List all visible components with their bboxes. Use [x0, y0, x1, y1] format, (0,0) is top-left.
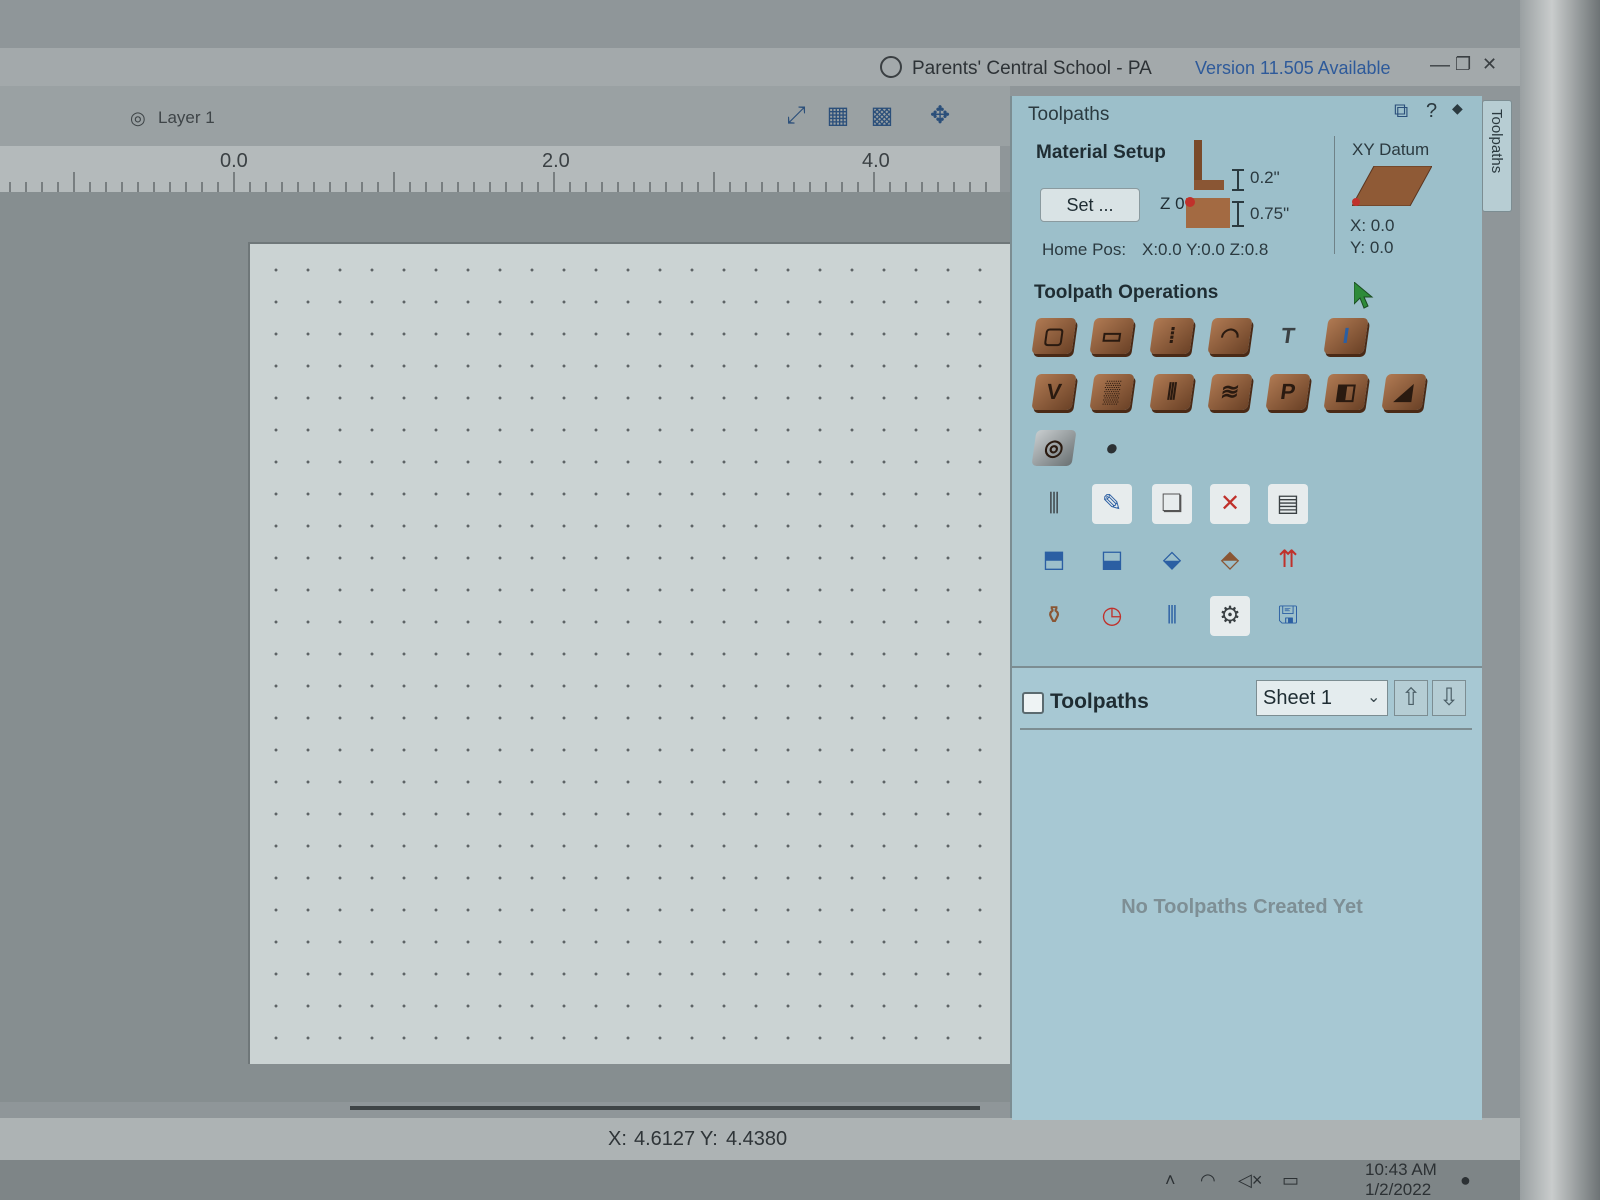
layer-icon: ◎: [130, 108, 146, 128]
xy-datum-plate-icon: [1352, 166, 1432, 206]
quick-engrave-icon[interactable]: ◠: [1207, 318, 1253, 354]
status-bar: X: 4.6127 Y: 4.4380: [0, 1118, 1520, 1160]
title-bar: Parents' Central School - PA Version 11.…: [0, 48, 1520, 86]
clock-time: 10:43 AM: [1365, 1160, 1437, 1179]
taskbar: ˄ ◠ ◁× ▭ 10:43 AM 1/2/2022 ●: [0, 1160, 1520, 1200]
move-icon[interactable]: ✥: [924, 100, 956, 132]
profile-toolpath-icon[interactable]: ▢: [1031, 318, 1077, 354]
save-all-toolpaths-icon[interactable]: 🖫: [1268, 596, 1308, 636]
tool-preview-icon[interactable]: ⚱: [1034, 596, 1074, 636]
datum-divider: [1334, 136, 1335, 254]
list-divider: [1020, 728, 1472, 730]
z-zero-label: Z 0: [1160, 194, 1185, 213]
delete-toolpaths-icon[interactable]: ✕: [1210, 484, 1250, 524]
help-icon[interactable]: ?: [1426, 100, 1437, 123]
screen: Parents' Central School - PA Version 11.…: [0, 0, 1520, 1200]
move-down-button[interactable]: ⇩: [1432, 680, 1466, 716]
edit-gcode-icon[interactable]: ✎: [1092, 484, 1132, 524]
pocket-toolpath-icon[interactable]: ▭: [1089, 318, 1135, 354]
clock-date: 1/2/2022: [1365, 1180, 1432, 1199]
maximize-button[interactable]: ❐: [1455, 54, 1471, 75]
xy-datum-title: XY Datum: [1352, 140, 1430, 159]
grid-icon[interactable]: ▩: [866, 100, 898, 132]
toolpaths-panel: Toolpaths ⧉ ? ◆ Material Setup Set ... Z…: [1010, 96, 1482, 1120]
mute-icon[interactable]: ◁×: [1238, 1170, 1262, 1191]
inlay-toolpath-icon[interactable]: I: [1323, 318, 1369, 354]
version-available-link[interactable]: Version 11.505 Available: [1195, 58, 1391, 79]
school-user-icon: [880, 56, 902, 78]
ruler-ticks: [9, 172, 987, 192]
drilling-toolpath-icon[interactable]: ⁞: [1149, 318, 1195, 354]
home-pos-value: X:0.0 Y:0.0 Z:0.8: [1142, 240, 1269, 259]
monitor-bezel: [1520, 0, 1600, 1200]
toolpaths-side-tab[interactable]: Toolpaths: [1482, 100, 1512, 212]
main-toolbar: ◎ Layer 1 ⤢ ▦ ▩ ✥: [0, 86, 1010, 146]
thickness-value: 0.75": [1250, 204, 1290, 223]
3d-finishing-icon[interactable]: ◎: [1031, 430, 1077, 466]
cursor-y-value: 4.4380: [726, 1128, 788, 1150]
texture-toolpath-icon[interactable]: ≋: [1207, 374, 1253, 410]
design-workspace[interactable]: [0, 192, 1010, 1102]
pin-icon[interactable]: ◆: [1452, 100, 1463, 117]
chevron-up-icon[interactable]: ˄: [1165, 1170, 1176, 1191]
toolpaths-visibility-checkbox[interactable]: [1022, 692, 1044, 714]
moulding-toolpath-icon[interactable]: ◧: [1323, 374, 1369, 410]
panel-title: Toolpaths: [1028, 104, 1110, 125]
job-settings-icon[interactable]: ⚙: [1210, 596, 1250, 636]
resize-icon[interactable]: ⤢: [780, 100, 812, 132]
cursor-x-value: 4.6127: [634, 1128, 696, 1150]
chamfer-toolpath-icon[interactable]: ◢: [1381, 374, 1427, 410]
ruler-label: 2.0: [542, 150, 570, 172]
wifi-icon[interactable]: ◠: [1200, 1170, 1216, 1191]
mouse-cursor-icon: [1354, 282, 1374, 309]
cursor-y-label: Y:: [700, 1128, 718, 1150]
time-estimate-icon[interactable]: ◷: [1092, 596, 1132, 636]
toolpath-list: Toolpaths Sheet 1 ⌄ ⇧ ⇩ No Toolpaths Cre…: [1012, 666, 1482, 1120]
horizontal-ruler: 0.0 2.0 4.0: [0, 146, 1000, 193]
datum-y-value: Y: 0.0: [1350, 238, 1394, 257]
layer-dropdown[interactable]: Layer 1: [158, 108, 215, 128]
material-set-button[interactable]: Set ...: [1040, 188, 1140, 222]
close-button[interactable]: ✕: [1482, 54, 1497, 75]
snap-grid-icon[interactable]: ▦: [822, 100, 854, 132]
template-toolpath-icon[interactable]: ⬘: [1210, 540, 1250, 580]
tool-database-icon[interactable]: ⫼: [1034, 484, 1074, 524]
empty-list-message: No Toolpaths Created Yet: [1121, 896, 1363, 918]
save-toolpath-icon[interactable]: ⬒: [1034, 540, 1074, 580]
clock[interactable]: 10:43 AM 1/2/2022: [1365, 1160, 1437, 1200]
panel-dock-icon[interactable]: ⧉: [1394, 100, 1408, 123]
prism-carving-icon[interactable]: P: [1265, 374, 1311, 410]
clearance-value: 0.2": [1250, 168, 1280, 187]
export-toolpath-icon[interactable]: ⬙: [1152, 540, 1192, 580]
home-pos-label: Home Pos:: [1042, 240, 1127, 259]
vcarve-toolpath-icon[interactable]: V: [1031, 374, 1077, 410]
ruler-label: 4.0: [862, 150, 890, 172]
3d-roughing-icon[interactable]: ▒: [1089, 374, 1135, 410]
move-up-button[interactable]: ⇧: [1394, 680, 1428, 716]
3d-sphere-icon[interactable]: ●: [1089, 430, 1134, 466]
horizontal-scrollbar[interactable]: [350, 1106, 980, 1110]
merge-toolpaths-icon[interactable]: ❏: [1152, 484, 1192, 524]
save-toolpath-alt-icon[interactable]: ⬓: [1092, 540, 1132, 580]
toolpath-operations-title: Toolpath Operations: [1034, 282, 1219, 303]
side-tab-label: Toolpaths: [1488, 109, 1505, 174]
material-sheet[interactable]: [248, 242, 1010, 1064]
cursor-x-label: X:: [608, 1128, 627, 1150]
battery-icon[interactable]: ▭: [1282, 1170, 1299, 1191]
datum-x-value: X: 0.0: [1350, 216, 1395, 235]
material-setup-title: Material Setup: [1036, 142, 1166, 163]
sheet-select-value: Sheet 1: [1263, 687, 1332, 709]
fluting-toolpath-icon[interactable]: ⦀: [1149, 374, 1195, 410]
merge-output-icon[interactable]: ⇈: [1268, 540, 1308, 580]
toolpath-calculator-icon[interactable]: ▤: [1268, 484, 1308, 524]
minimize-button[interactable]: —: [1430, 54, 1450, 77]
notification-icon[interactable]: ●: [1460, 1170, 1471, 1191]
sheet-select[interactable]: Sheet 1 ⌄: [1256, 680, 1388, 716]
chevron-down-icon: ⌄: [1367, 689, 1381, 706]
toolpath-order-icon[interactable]: ⫴: [1152, 596, 1192, 636]
school-name: Parents' Central School - PA: [912, 58, 1152, 79]
toolpath-list-title: Toolpaths: [1050, 690, 1149, 713]
texture-text-icon[interactable]: T: [1265, 318, 1310, 354]
ruler-label: 0.0: [220, 150, 248, 172]
